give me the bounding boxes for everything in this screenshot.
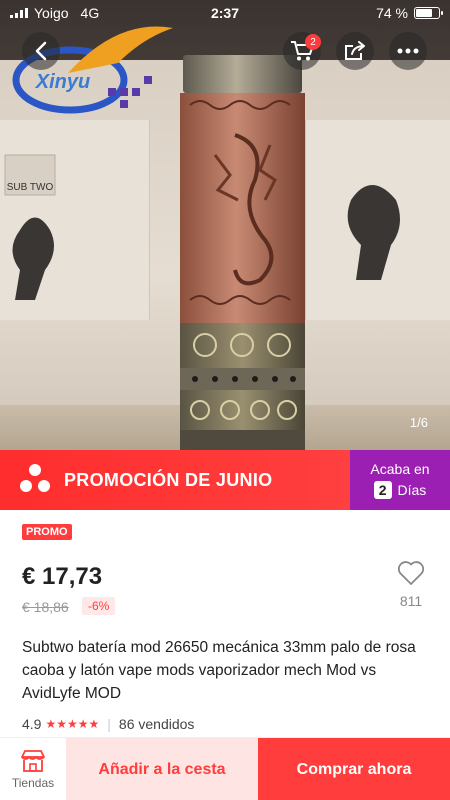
cart-badge: 2 <box>305 34 321 50</box>
packaging-box-right <box>305 120 450 320</box>
countdown-value: 2 <box>373 481 392 499</box>
battery-icon <box>414 7 443 19</box>
store-icon <box>21 750 45 772</box>
wishlist-count: 811 <box>399 593 423 609</box>
back-button[interactable] <box>22 32 60 70</box>
share-icon <box>345 41 365 60</box>
original-price: € 18,86 <box>22 599 69 615</box>
back-chevron-icon <box>35 41 47 61</box>
promo-tag: PROMO <box>22 524 72 540</box>
mod-device-image <box>180 55 305 450</box>
promo-banner[interactable]: PROMOCIÓN DE JUNIO Acaba en 2 Días <box>0 450 450 510</box>
network-type: 4G <box>80 5 100 21</box>
store-button[interactable]: Tiendas <box>0 738 66 800</box>
cart-button[interactable]: 2 <box>283 32 321 70</box>
image-counter: 1/6 <box>409 415 428 430</box>
battery-percent: 74 % <box>376 5 408 21</box>
rating-value: 4.9 <box>22 716 42 732</box>
signal-icon <box>10 8 28 18</box>
star-rating-icon: ★★★★★ <box>45 717 100 731</box>
product-title: Subtwo batería mod 26650 mecánica 33mm p… <box>22 639 416 702</box>
promo-logo-icon <box>20 464 52 496</box>
promo-countdown: Acaba en 2 Días <box>350 450 450 510</box>
packaging-box-left: SUB TWO <box>0 120 150 320</box>
store-label: Tiendas <box>11 776 55 790</box>
add-to-cart-button[interactable]: Añadir a la cesta <box>66 738 258 800</box>
discount-badge: -6% <box>82 597 116 615</box>
share-button[interactable] <box>336 32 374 70</box>
box-label: SUB TWO <box>7 182 54 193</box>
bottom-action-bar: Tiendas Añadir a la cesta Comprar ahora <box>0 737 450 800</box>
watermark-text: Xinyu <box>35 71 90 93</box>
wishlist-button[interactable]: 811 <box>386 560 436 609</box>
countdown-label: Acaba en <box>370 461 430 477</box>
divider: | <box>107 716 111 732</box>
rating-row[interactable]: 4.9 ★★★★★ | 86 vendidos <box>22 716 194 732</box>
more-button[interactable] <box>389 32 427 70</box>
more-icon <box>397 48 419 54</box>
sold-count: 86 vendidos <box>118 716 195 732</box>
heart-icon <box>397 561 425 585</box>
promo-title: PROMOCIÓN DE JUNIO <box>64 469 273 490</box>
buy-now-button[interactable]: Comprar ahora <box>258 738 450 800</box>
product-image[interactable]: SUB TWO Xinyu 1/6 <box>0 0 450 450</box>
carrier-name: Yoigo <box>34 5 69 21</box>
countdown-unit: Días <box>397 482 427 498</box>
status-bar: Yoigo 4G 2:37 74 % <box>0 0 450 26</box>
current-price: € 17,73 <box>22 563 103 590</box>
